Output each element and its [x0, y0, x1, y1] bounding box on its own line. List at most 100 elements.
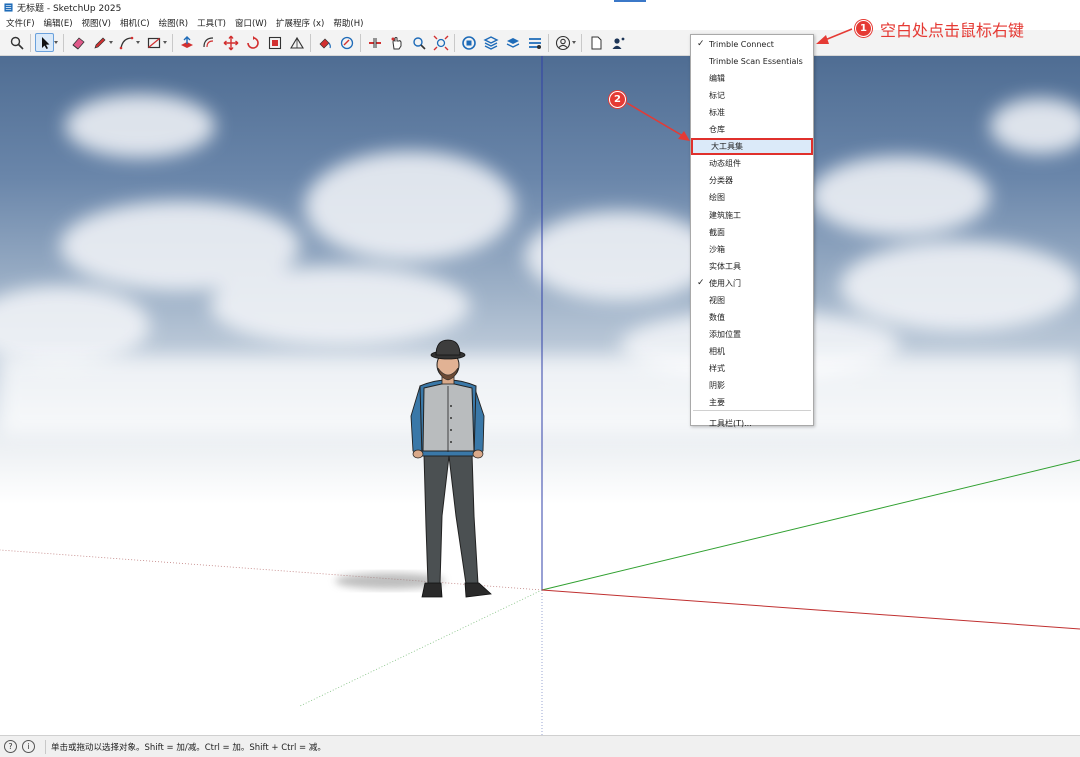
arc-icon[interactable]	[117, 33, 136, 52]
context-menu-item[interactable]: 阴影	[691, 377, 813, 394]
check-icon: ✓	[697, 277, 705, 288]
pan-icon[interactable]	[387, 33, 406, 52]
context-menu-item[interactable]: 添加位置	[691, 326, 813, 343]
orbit-icon[interactable]	[365, 33, 384, 52]
rectangle-dropdown-icon[interactable]	[163, 33, 168, 52]
context-menu-item-label: 标准	[709, 108, 725, 118]
context-menu-item[interactable]: ✓ 使用入门	[691, 275, 813, 292]
zoom-extents-icon[interactable]	[431, 33, 450, 52]
status-divider	[45, 739, 46, 754]
context-menu-item-label: 添加位置	[709, 329, 741, 339]
context-menu-item[interactable]: ✓ Trimble Connect	[691, 36, 813, 53]
menu-tools[interactable]: 工具(T)	[197, 17, 226, 29]
context-menu-item-label: Trimble Scan Essentials	[709, 57, 803, 67]
context-menu-item[interactable]: 建筑施工	[691, 207, 813, 224]
move-icon[interactable]	[221, 33, 240, 52]
person-hand-left	[412, 449, 424, 459]
extension-icon[interactable]	[481, 33, 500, 52]
step-1-instruction: 空白处点击鼠标右键	[880, 21, 1025, 40]
context-menu-item-label: 大工具集	[711, 142, 743, 152]
search-icon[interactable]	[7, 33, 26, 52]
new-file-icon[interactable]	[586, 33, 605, 52]
toolbar-divider	[172, 33, 173, 52]
context-menu-item[interactable]: Trimble Scan Essentials	[691, 53, 813, 70]
rotate-icon[interactable]	[243, 33, 262, 52]
offset-icon[interactable]	[199, 33, 218, 52]
rectangle-icon[interactable]	[144, 33, 163, 52]
toolbar-divider	[548, 33, 549, 52]
toolbar-divider	[581, 33, 582, 52]
toolbar-divider	[454, 33, 455, 52]
pencil-dropdown-icon[interactable]	[109, 33, 114, 52]
context-menu-item[interactable]: 数值	[691, 309, 813, 326]
menu-draw[interactable]: 绘图(R)	[159, 17, 189, 29]
menu-camera[interactable]: 相机(C)	[120, 17, 150, 29]
context-menu-item-label: 阴影	[709, 381, 725, 390]
section-icon[interactable]	[337, 33, 356, 52]
drawing-viewport[interactable]	[0, 56, 1080, 735]
context-menu-item[interactable]: 动态组件	[691, 155, 813, 172]
context-menu-item[interactable]: 编辑	[691, 70, 813, 87]
context-menu-item[interactable]: 工具栏(T)...	[691, 415, 813, 432]
context-menu-item-label: 样式	[709, 363, 725, 373]
menu-extensions[interactable]: 扩展程序 (x)	[276, 17, 324, 29]
context-menu-item-label: 编辑	[709, 74, 725, 84]
tape-icon[interactable]	[287, 33, 306, 52]
context-menu-item-label: Trimble Connect	[709, 40, 774, 49]
sky-clouds	[0, 94, 1080, 381]
toolbar-divider	[63, 33, 64, 52]
profile-icon[interactable]	[608, 33, 627, 52]
title-accent	[614, 0, 646, 2]
context-menu-item[interactable]: 相机	[691, 343, 813, 360]
geolocation-icon[interactable]: ?	[4, 740, 17, 753]
context-menu-item[interactable]: 标记	[691, 87, 813, 104]
person-legs	[423, 453, 479, 585]
toolbar-divider	[30, 33, 31, 52]
scene-canvas[interactable]	[0, 56, 1080, 735]
context-menu-divider	[693, 410, 811, 411]
menu-view[interactable]: 视图(V)	[82, 17, 111, 29]
push-pull-icon[interactable]	[177, 33, 196, 52]
context-menu-item[interactable]: 视图	[691, 292, 813, 309]
context-menu-item[interactable]: 沙箱	[691, 241, 813, 258]
person-hand-right	[472, 449, 484, 459]
menu-edit[interactable]: 编辑(E)	[44, 17, 73, 29]
context-menu-item[interactable]: 样式	[691, 360, 813, 377]
account-icon[interactable]	[553, 33, 572, 52]
context-menu-item-label: 仓库	[709, 125, 725, 135]
eraser-icon[interactable]	[68, 33, 87, 52]
status-bar: ? i 单击或拖动以选择对象。Shift = 加/减。Ctrl = 加。Shif…	[0, 735, 1080, 757]
context-menu-item-label: 主要	[709, 398, 725, 408]
context-menu-item[interactable]: 截面	[691, 224, 813, 241]
context-menu-item[interactable]: 实体工具	[691, 258, 813, 275]
styles-icon[interactable]	[525, 33, 544, 52]
green-axis-dotted	[299, 589, 543, 707]
select-dropdown-icon[interactable]	[54, 33, 59, 52]
arc-dropdown-icon[interactable]	[136, 33, 141, 52]
context-menu-item[interactable]: 主要	[691, 394, 813, 411]
pencil-icon[interactable]	[90, 33, 109, 52]
person-shoe-right	[464, 582, 492, 598]
status-message: 单击或拖动以选择对象。Shift = 加/减。Ctrl = 加。Shift + …	[51, 742, 326, 753]
menu-help[interactable]: 帮助(H)	[333, 17, 363, 29]
context-menu-item-label: 标记	[709, 91, 725, 101]
select-icon[interactable]	[35, 33, 54, 52]
context-menu-item[interactable]: 绘图	[691, 189, 813, 206]
context-menu-item[interactable]: 大工具集	[691, 138, 813, 156]
context-menu-item[interactable]: 分类器	[691, 172, 813, 189]
context-menu-item[interactable]: 仓库	[691, 121, 813, 138]
step-2-badge: 2	[609, 91, 626, 108]
context-menu-item-label: 分类器	[709, 176, 733, 186]
info-icon[interactable]: i	[22, 740, 35, 753]
context-menu-item-label: 实体工具	[709, 261, 741, 271]
zoom-icon[interactable]	[409, 33, 428, 52]
paint-icon[interactable]	[315, 33, 334, 52]
scale-icon[interactable]	[265, 33, 284, 52]
menu-file[interactable]: 文件(F)	[6, 17, 35, 29]
menu-window[interactable]: 窗口(W)	[235, 17, 267, 29]
layers-icon[interactable]	[503, 33, 522, 52]
context-menu-item-label: 相机	[709, 346, 725, 356]
warehouse-icon[interactable]	[459, 33, 478, 52]
context-menu-item[interactable]: 标准	[691, 104, 813, 121]
account-dropdown-icon[interactable]	[572, 33, 577, 52]
